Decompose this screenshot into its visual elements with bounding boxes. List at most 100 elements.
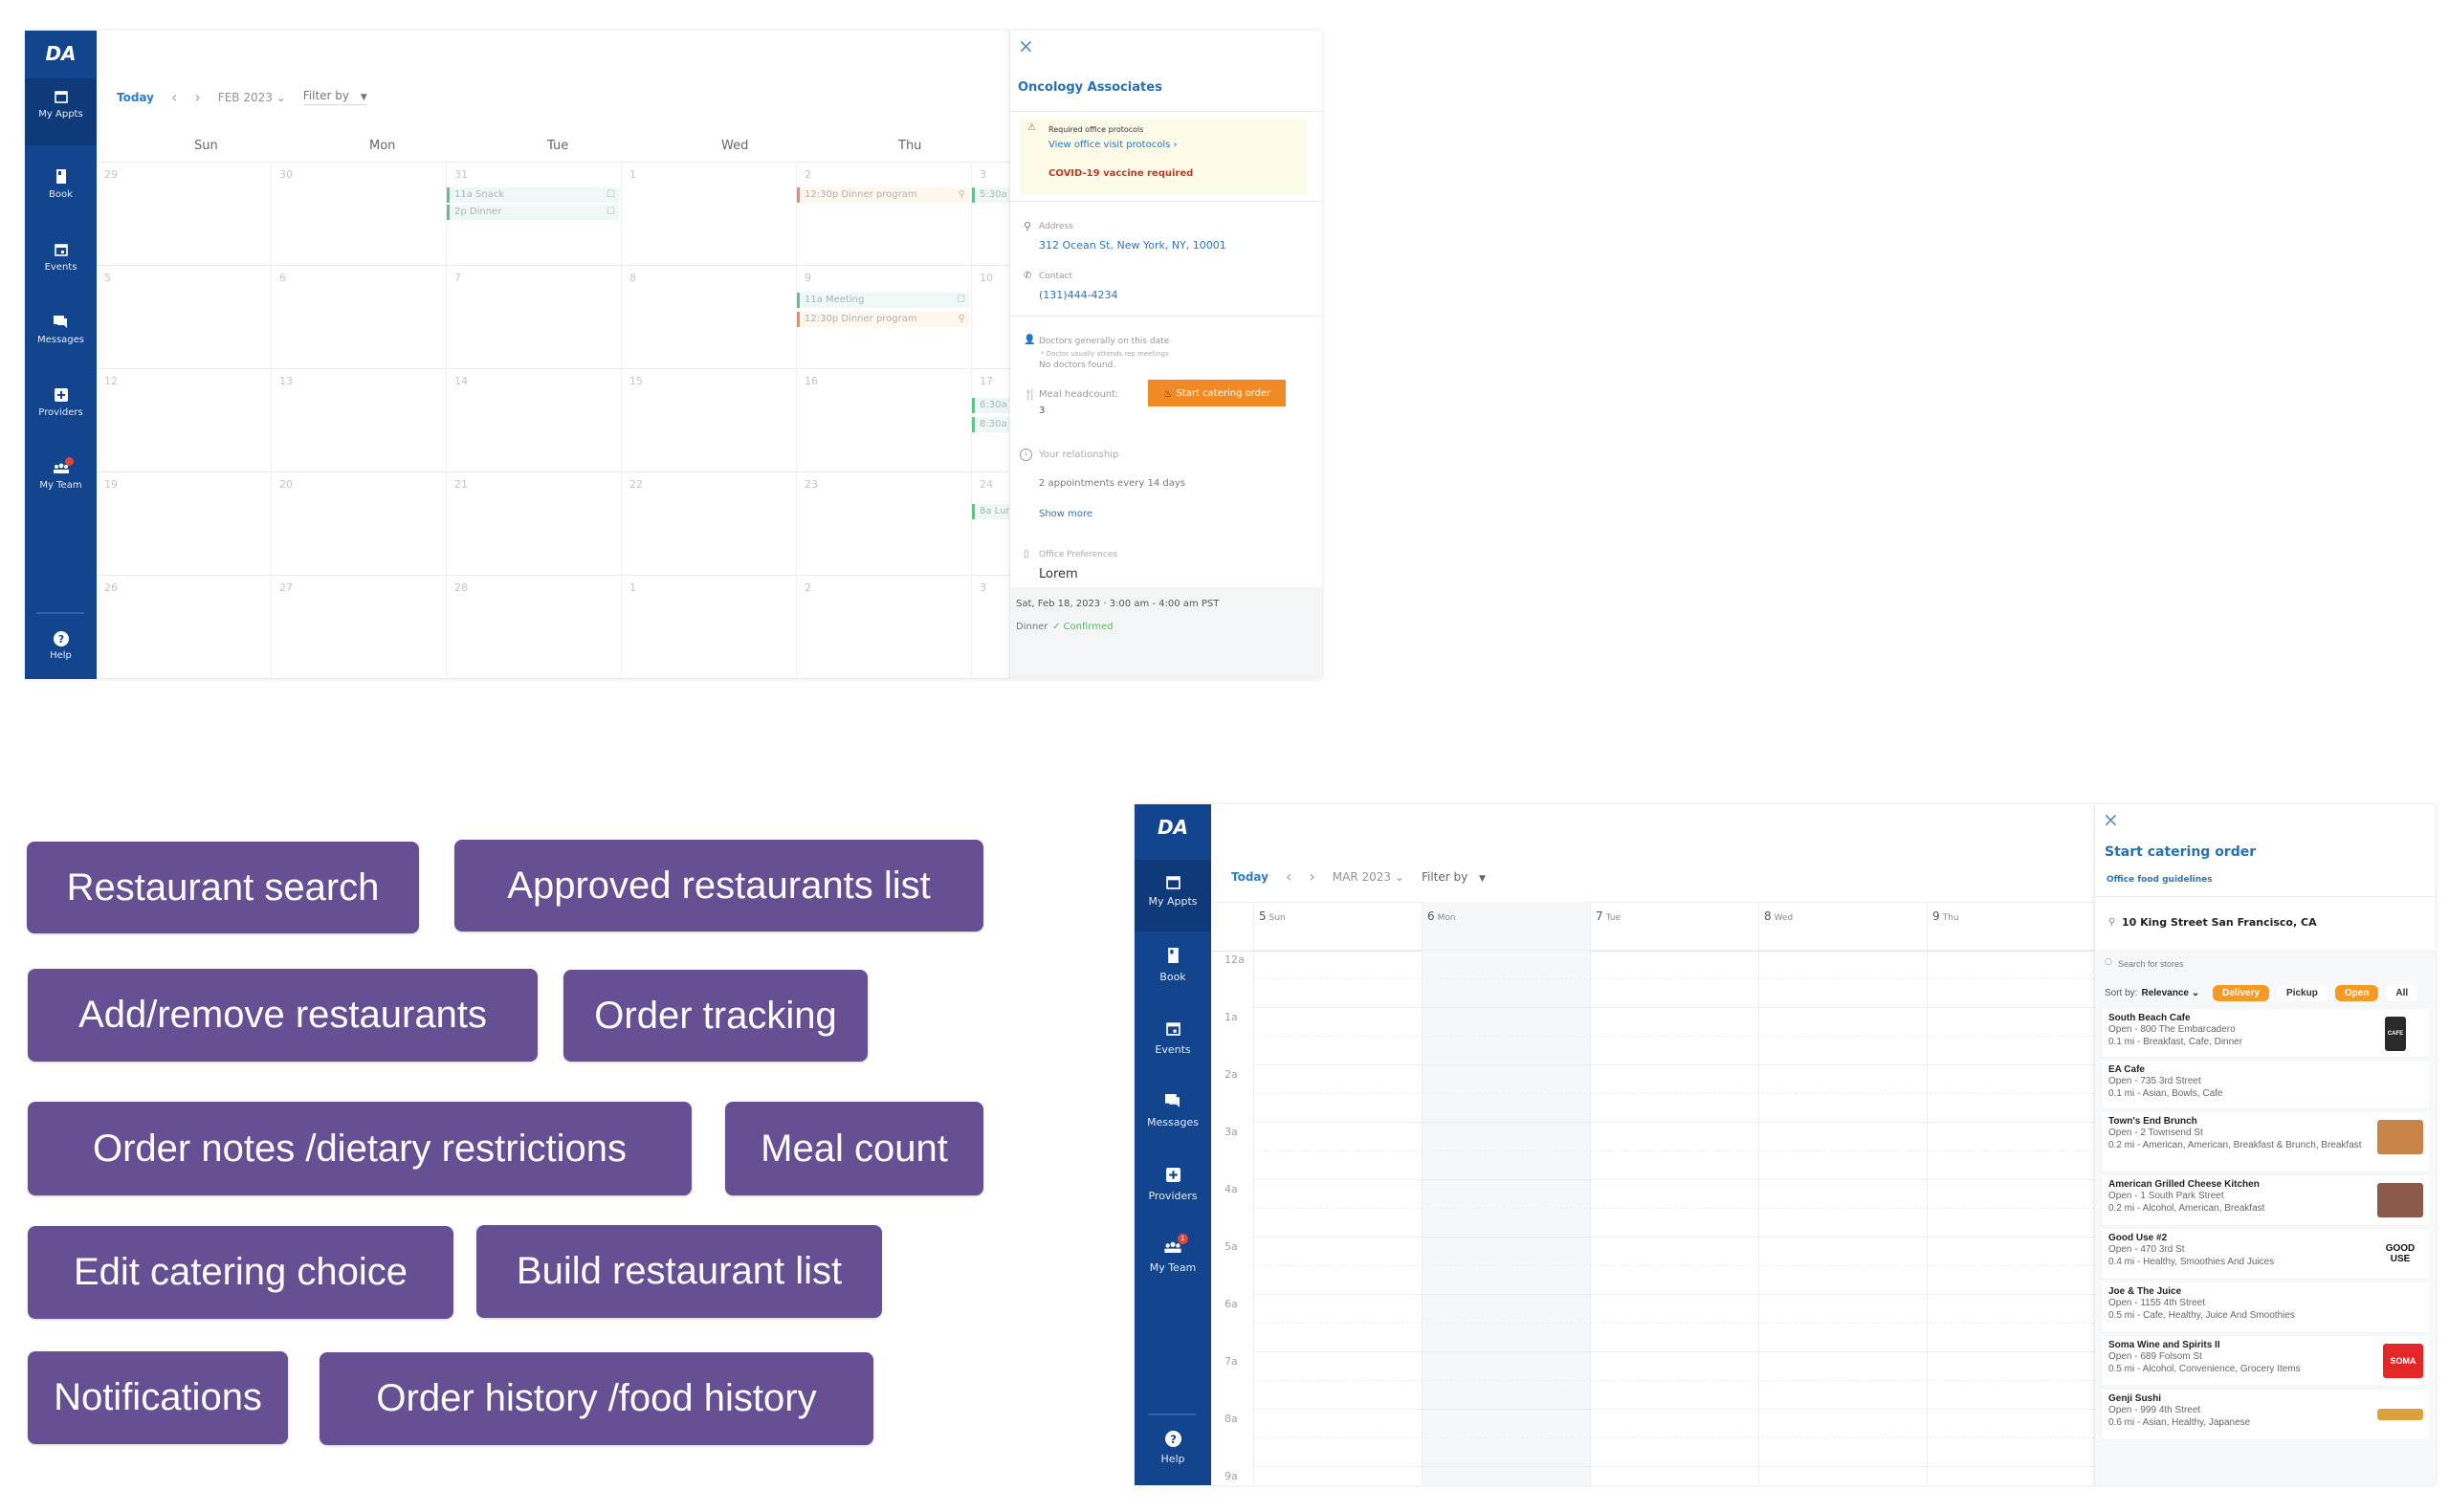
phone-icon: ✆: [1024, 271, 1032, 281]
calendar-day-cell[interactable]: 16: [797, 369, 972, 472]
close-icon[interactable]: ×: [2103, 808, 2119, 831]
restaurant-card[interactable]: Town's End Brunch Open - 2 Townsend St 0.2…: [2103, 1112, 2429, 1172]
food-guidelines-link[interactable]: Office food guidelines: [2107, 875, 2213, 885]
calendar-day-cell[interactable]: 27: [272, 576, 447, 679]
calendar-day-cell[interactable]: 1: [622, 163, 797, 266]
search-input[interactable]: [2116, 955, 2407, 973]
calendar-day-cell[interactable]: 26: [97, 576, 272, 679]
sidebar-item-my-appts[interactable]: My Appts: [25, 78, 97, 145]
calendar-day-cell[interactable]: 12: [97, 369, 272, 472]
calendar-event[interactable]: 11a Meeting ☐: [797, 293, 969, 308]
protocols-label: Required office protocols: [1048, 125, 1144, 134]
calendar-event[interactable]: 6:30a T: [972, 398, 1010, 413]
calendar-event[interactable]: 12:30p Dinner program ⚲: [797, 187, 969, 203]
show-more-link[interactable]: Show more: [1039, 509, 1092, 519]
sidebar-item-providers[interactable]: Providers: [25, 388, 97, 418]
calendar-day-cell[interactable]: 20: [272, 472, 447, 576]
calendar-day-cell[interactable]: 13: [272, 369, 447, 472]
calendar-day-cell[interactable]: 23: [797, 472, 972, 576]
sidebar-item-messages[interactable]: Messages: [25, 316, 97, 345]
restaurant-card[interactable]: American Grilled Cheese Kitchen Open - 1 …: [2103, 1175, 2429, 1226]
svg-text:?: ?: [1170, 1433, 1177, 1446]
calendar-event[interactable]: 12:30p Dinner program ⚲: [797, 312, 969, 327]
restaurant-card[interactable]: EA Cafe Open - 735 3rd Street 0.1 mi - Asi…: [2103, 1061, 2429, 1109]
sidebar-item-book[interactable]: Book: [25, 169, 97, 200]
day-number: 7: [1596, 909, 1603, 923]
location-pin-icon: ⚲: [1024, 220, 1032, 232]
restaurant-card[interactable]: Good Use #2 Open - 470 3rd St 0.4 mi - Hea…: [2103, 1229, 2429, 1280]
sidebar-item-events[interactable]: Events: [25, 243, 97, 273]
calendar-day-cell[interactable]: 7: [447, 266, 622, 369]
week-grid: 5 Sun 6 Mon 7 Tue 8 Wed 9 Thu 12a 1a 2a 3a 4a 5a 6a 7a 8a 9…: [1211, 902, 2095, 1485]
hour-label: 2a: [1224, 1068, 1238, 1081]
phone-link[interactable]: (131)444-4234: [1039, 289, 1118, 301]
close-icon[interactable]: ×: [1018, 34, 1034, 57]
calendar-day-cell[interactable]: 19: [97, 472, 272, 576]
calendar-event[interactable]: 11a Snack ☐: [447, 187, 619, 203]
filter-dropdown[interactable]: Filter by ▼: [1422, 870, 1486, 884]
sidebar-item-my-team[interactable]: 1 My Team: [1135, 1234, 1211, 1274]
sidebar-item-providers[interactable]: Providers: [1135, 1168, 1211, 1202]
calendar-day-cell[interactable]: 6: [272, 266, 447, 369]
sidebar: DA My Appts Book Events Messages Provide…: [1135, 804, 1211, 1485]
sidebar-item-my-team[interactable]: My Team: [25, 457, 97, 491]
day-header[interactable]: 5 Sun: [1259, 909, 1286, 923]
calendar-day-cell[interactable]: 5: [97, 266, 272, 369]
sidebar-item-help[interactable]: ? Help: [1135, 1431, 1211, 1465]
sort-dropdown[interactable]: Relevance ⌄: [2141, 988, 2199, 998]
calendar-event[interactable]: 8a Lun: [972, 504, 1010, 519]
calendar-day-cell[interactable]: 2: [797, 163, 972, 266]
calendar-day-cell[interactable]: 8: [622, 266, 797, 369]
headcount-label: Meal headcount:: [1039, 389, 1119, 400]
hour-line: [1253, 1064, 2095, 1065]
sidebar-item-my-appts[interactable]: My Appts: [1135, 860, 1211, 931]
restaurant-card[interactable]: Genji Sushi Open - 999 4th Street 0.6 mi -…: [2103, 1390, 2429, 1440]
start-catering-order-button[interactable]: ♨ Start catering order: [1148, 380, 1286, 406]
calendar-day-cell[interactable]: 28: [447, 576, 622, 679]
restaurant-card[interactable]: South Beach Cafe Open - 800 The Embarcade…: [2103, 1009, 2429, 1058]
half-hour-line: [1253, 1208, 2095, 1209]
calendar-day-cell[interactable]: 1: [622, 576, 797, 679]
day-header[interactable]: 6 Mon: [1427, 909, 1456, 923]
filter-delivery[interactable]: Delivery: [2213, 984, 2270, 1001]
calendar-day-cell[interactable]: 2: [797, 576, 972, 679]
today-button[interactable]: Today: [1231, 870, 1269, 884]
sidebar-item-help[interactable]: ? Help: [25, 631, 97, 661]
event-label: 2p Dinner: [454, 207, 502, 217]
day-header[interactable]: 9 Thu: [1932, 909, 1959, 923]
restaurant-card[interactable]: Soma Wine and Spirits II Open - 689 Folso…: [2103, 1336, 2429, 1387]
prev-button[interactable]: ‹: [171, 88, 177, 106]
next-button[interactable]: ›: [194, 88, 200, 106]
calendar-day-cell[interactable]: 22: [622, 472, 797, 576]
filter-open[interactable]: Open: [2334, 984, 2379, 1001]
catering-icon: ♨: [1162, 386, 1173, 400]
address-link[interactable]: 312 Ocean St, New York, NY, 10001: [1039, 239, 1226, 252]
messages-icon: [54, 316, 67, 328]
calendar-day-cell[interactable]: 30: [272, 163, 447, 266]
month-selector[interactable]: MAR 2023 ⌄: [1333, 870, 1404, 884]
day-header[interactable]: 8 Wed: [1764, 909, 1793, 923]
filter-dropdown[interactable]: Filter by ▼: [302, 89, 367, 105]
sidebar-item-messages[interactable]: Messages: [1135, 1094, 1211, 1129]
feature-build-restaurant-list: Build restaurant list: [476, 1225, 882, 1318]
prev-button[interactable]: ‹: [1286, 867, 1291, 886]
protocols-link[interactable]: View office visit protocols ›: [1048, 140, 1178, 150]
today-button[interactable]: Today: [117, 91, 154, 104]
store-search[interactable]: ○: [2101, 953, 2426, 975]
restaurant-card[interactable]: Joe & The Juice Open - 1155 4th Street 0.5…: [2103, 1282, 2429, 1333]
filter-all[interactable]: All: [2386, 984, 2418, 1001]
filter-pickup[interactable]: Pickup: [2277, 984, 2328, 1001]
calendar-event[interactable]: 8:30a L: [972, 417, 1010, 432]
calendar-day-cell[interactable]: 29: [97, 163, 272, 266]
day-header[interactable]: 7 Tue: [1596, 909, 1621, 923]
delivery-address[interactable]: 10 King Street San Francisco, CA: [2122, 916, 2317, 929]
calendar-event[interactable]: 5:30a L: [972, 187, 1010, 203]
sidebar-item-book[interactable]: Book: [1135, 948, 1211, 983]
sidebar-item-events[interactable]: Events: [1135, 1021, 1211, 1056]
calendar-day-cell[interactable]: 15: [622, 369, 797, 472]
calendar-day-cell[interactable]: 14: [447, 369, 622, 472]
next-button[interactable]: ›: [1309, 867, 1314, 886]
calendar-day-cell[interactable]: 21: [447, 472, 622, 576]
month-selector[interactable]: FEB 2023 ⌄: [218, 91, 286, 104]
calendar-event[interactable]: 2p Dinner ☐: [447, 205, 619, 220]
